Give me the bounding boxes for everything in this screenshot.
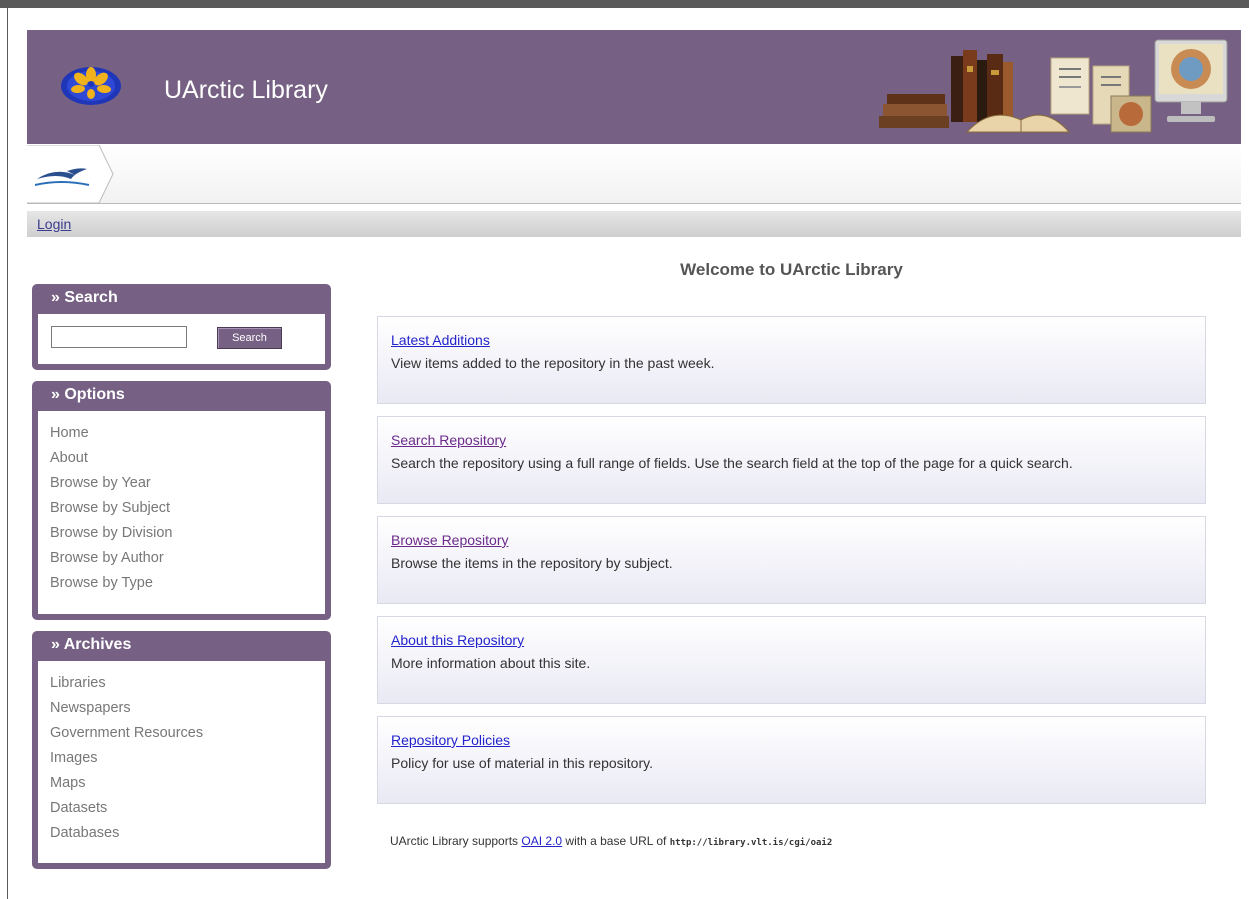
card-description: Search the repository using a full range… [391, 455, 1073, 471]
options-panel-title: » Options [51, 386, 125, 403]
card-about-repository: About this Repository More information a… [377, 616, 1206, 704]
oai-footer: UArctic Library supports OAI 2.0 with a … [390, 834, 832, 848]
page-title: Welcome to UArctic Library [680, 260, 903, 279]
search-input[interactable] [51, 326, 187, 348]
site-banner: UArctic Library [27, 30, 1241, 144]
archives-item-newspapers[interactable]: Newspapers [50, 696, 325, 721]
card-description: View items added to the repository in th… [391, 355, 715, 371]
archives-panel-title: » Archives [51, 636, 132, 653]
archives-item-libraries[interactable]: Libraries [50, 671, 325, 696]
navigation-bar [27, 145, 1241, 204]
books-illustration [879, 39, 1228, 133]
about-repository-link[interactable]: About this Repository [391, 632, 524, 648]
archives-item-government-resources[interactable]: Government Resources [50, 721, 325, 746]
oai-link[interactable]: OAI 2.0 [521, 834, 562, 848]
latest-additions-link[interactable]: Latest Additions [391, 332, 490, 348]
archives-item-maps[interactable]: Maps [50, 771, 325, 796]
search-panel-title: » Search [51, 289, 118, 306]
search-repository-link[interactable]: Search Repository [391, 432, 506, 448]
login-bar: Login [27, 211, 1241, 237]
footer-middle: with a base URL of [565, 834, 667, 848]
card-description: More information about this site. [391, 655, 591, 671]
archives-panel: » Archives Libraries Newspapers Governme… [32, 631, 331, 869]
bird-home-icon[interactable] [27, 145, 119, 203]
search-panel-body: Search [38, 314, 325, 364]
card-repository-policies: Repository Policies Policy for use of ma… [377, 716, 1206, 804]
browse-repository-link[interactable]: Browse Repository [391, 532, 509, 548]
options-item-browse-subject[interactable]: Browse by Subject [50, 496, 325, 521]
archives-item-images[interactable]: Images [50, 746, 325, 771]
options-item-home[interactable]: Home [50, 421, 325, 446]
card-description: Policy for use of material in this repos… [391, 755, 653, 771]
options-item-browse-type[interactable]: Browse by Type [50, 571, 325, 596]
card-description: Browse the items in the repository by su… [391, 555, 673, 571]
options-panel-body: Home About Browse by Year Browse by Subj… [38, 411, 325, 614]
archives-panel-body: Libraries Newspapers Government Resource… [38, 661, 325, 863]
uarctic-logo[interactable] [60, 64, 122, 106]
archives-menu: Libraries Newspapers Government Resource… [38, 661, 325, 846]
options-item-about[interactable]: About [50, 446, 325, 471]
search-panel: » Search Search [32, 284, 331, 370]
options-item-browse-year[interactable]: Browse by Year [50, 471, 325, 496]
search-button[interactable]: Search [217, 327, 282, 349]
card-search-repository: Search Repository Search the repository … [377, 416, 1206, 504]
login-link[interactable]: Login [37, 216, 71, 232]
repository-policies-link[interactable]: Repository Policies [391, 732, 510, 748]
window-left-border [7, 8, 8, 899]
options-panel: » Options Home About Browse by Year Brow… [32, 381, 331, 620]
oai-base-url: http://library.vlt.is/cgi/oai2 [669, 838, 833, 848]
footer-prefix: UArctic Library supports [390, 834, 519, 848]
archives-item-datasets[interactable]: Datasets [50, 796, 325, 821]
options-menu: Home About Browse by Year Browse by Subj… [38, 411, 325, 596]
options-item-browse-division[interactable]: Browse by Division [50, 521, 325, 546]
site-title: UArctic Library [164, 76, 328, 104]
archives-item-databases[interactable]: Databases [50, 821, 325, 846]
card-latest-additions: Latest Additions View items added to the… [377, 316, 1206, 404]
card-browse-repository: Browse Repository Browse the items in th… [377, 516, 1206, 604]
window-top-border [0, 0, 1249, 8]
options-item-browse-author[interactable]: Browse by Author [50, 546, 325, 571]
